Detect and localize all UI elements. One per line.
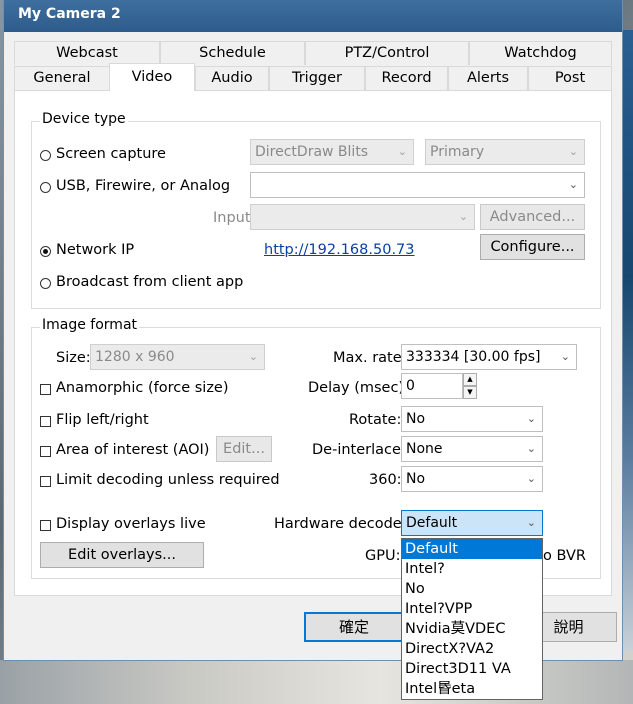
rotate-label: Rotate: [349,412,402,428]
tab-record[interactable]: Record [365,66,448,90]
overlays-live-checkbox[interactable] [40,520,51,531]
anamorphic-label: Anamorphic (force size) [56,380,229,396]
v360-label: 360: [369,472,402,488]
advanced-button[interactable]: Advanced... [480,204,585,230]
tab-alerts[interactable]: Alerts [448,66,528,90]
tab-strip: Webcast Schedule PTZ/Control Watchdog Ge… [14,41,612,91]
chevron-down-icon: ⌄ [526,442,536,455]
chevron-down-icon: ⌄ [568,145,578,158]
limit-decoding-label: Limit decoding unless required [56,472,280,488]
max-rate-label: Max. rate: [333,350,407,366]
hw-decode-option[interactable]: Direct3D11 VA [402,659,542,679]
tab-general[interactable]: General [14,66,110,90]
screen-capture-label: Screen capture [56,146,166,162]
anamorphic-checkbox[interactable] [40,384,51,395]
hw-decode-option[interactable]: Intel? [402,559,542,579]
hw-decode-option[interactable]: Nvidia莫VDEC [402,619,542,639]
size-select[interactable]: 1280 x 960 ⌄ [90,344,265,370]
broadcast-radio[interactable] [40,278,51,289]
input-select[interactable]: ⌄ [250,204,475,230]
tab-ptz-control[interactable]: PTZ/Control [305,41,469,65]
monitor-value: Primary [430,144,485,160]
tab-video[interactable]: Video [109,63,195,91]
edit-overlays-button[interactable]: Edit overlays... [40,542,204,568]
capture-mode-value: DirectDraw Blits [255,144,369,160]
delay-value: 0 [406,378,415,394]
chevron-down-icon: ⌄ [397,145,407,158]
aoi-edit-button[interactable]: Edit... [216,436,272,462]
broadcast-label: Broadcast from client app [56,274,244,290]
device-type-group: Device type Screen capture DirectDraw Bl… [31,111,601,309]
deinterlace-value: None [406,441,443,457]
flip-label: Flip left/right [56,412,149,428]
delay-up-button[interactable]: ▲ [463,373,477,386]
tab-trigger[interactable]: Trigger [269,66,365,90]
hw-decode-option[interactable]: DirectX?VA2 [402,639,542,659]
gpu-label: GPU: [365,548,401,564]
configure-button[interactable]: Configure... [480,234,585,260]
screen-capture-radio[interactable] [40,150,51,161]
aoi-checkbox[interactable] [40,446,51,457]
video-tab-panel: Device type Screen capture DirectDraw Bl… [14,90,612,596]
network-ip-radio[interactable] [40,246,51,257]
ok-button[interactable]: 確定 [304,612,404,642]
hw-decode-select[interactable]: Default ⌄ [401,510,543,536]
network-ip-url-link[interactable]: http://192.168.50.73 [264,242,415,258]
tab-audio[interactable]: Audio [195,66,269,90]
v360-value: No [406,471,426,487]
max-rate-select[interactable]: 333334 [30.00 fps] ⌄ [401,344,577,370]
capture-mode-select[interactable]: DirectDraw Blits ⌄ [250,139,414,165]
input-label: Input [213,210,251,226]
image-format-title: Image format [40,317,140,333]
rotate-value: No [406,411,426,427]
tab-schedule[interactable]: Schedule [160,41,305,65]
delay-down-button[interactable]: ▼ [463,386,477,399]
usb-radio[interactable] [40,182,51,193]
title-bar[interactable]: My Camera 2 [4,0,622,32]
gpu-trailing-text: o BVR [543,548,586,564]
hw-decode-option[interactable]: Intel?VPP [402,599,542,619]
tab-webcast[interactable]: Webcast [14,41,160,65]
hw-decode-label: Hardware decode: [274,516,407,532]
hw-decode-value: Default [406,515,458,531]
delay-label: Delay (msec): [308,380,409,396]
flip-checkbox[interactable] [40,416,51,427]
tab-post[interactable]: Post [528,66,612,90]
hw-decode-option[interactable]: No [402,579,542,599]
chevron-down-icon: ⌄ [248,350,258,363]
limit-decoding-checkbox[interactable] [40,476,51,487]
usb-device-select[interactable]: ⌄ [250,172,585,198]
device-type-title: Device type [40,111,128,127]
chevron-down-icon: ⌄ [526,412,536,425]
usb-label: USB, Firewire, or Analog [56,178,231,194]
chevron-down-icon: ⌄ [526,472,536,485]
delay-input[interactable]: 0 [401,373,463,399]
deinterlace-label: De-interlace: [312,442,406,458]
v360-select[interactable]: No ⌄ [401,466,543,492]
window-title: My Camera 2 [18,6,121,22]
aoi-label: Area of interest (AOI) [56,442,210,458]
chevron-down-icon: ⌄ [560,350,570,363]
size-label: Size: [56,350,91,366]
desktop-background-strip [621,30,633,650]
size-value: 1280 x 960 [95,349,175,365]
rotate-select[interactable]: No ⌄ [401,406,543,432]
hw-decode-dropdown-list: Default Intel? No Intel?VPP Nvidia莫VDEC … [401,538,543,700]
chevron-down-icon: ⌄ [526,516,536,529]
max-rate-value: 333334 [30.00 fps] [406,349,541,365]
monitor-select[interactable]: Primary ⌄ [425,139,585,165]
tab-watchdog[interactable]: Watchdog [469,41,612,65]
overlays-live-label: Display overlays live [56,516,206,532]
hw-decode-option[interactable]: Default [402,539,542,559]
network-ip-label: Network IP [56,242,135,258]
deinterlace-select[interactable]: None ⌄ [401,436,543,462]
chevron-down-icon: ⌄ [568,178,578,191]
chevron-down-icon: ⌄ [458,210,468,223]
hw-decode-option[interactable]: Intel昬eta [402,679,542,699]
